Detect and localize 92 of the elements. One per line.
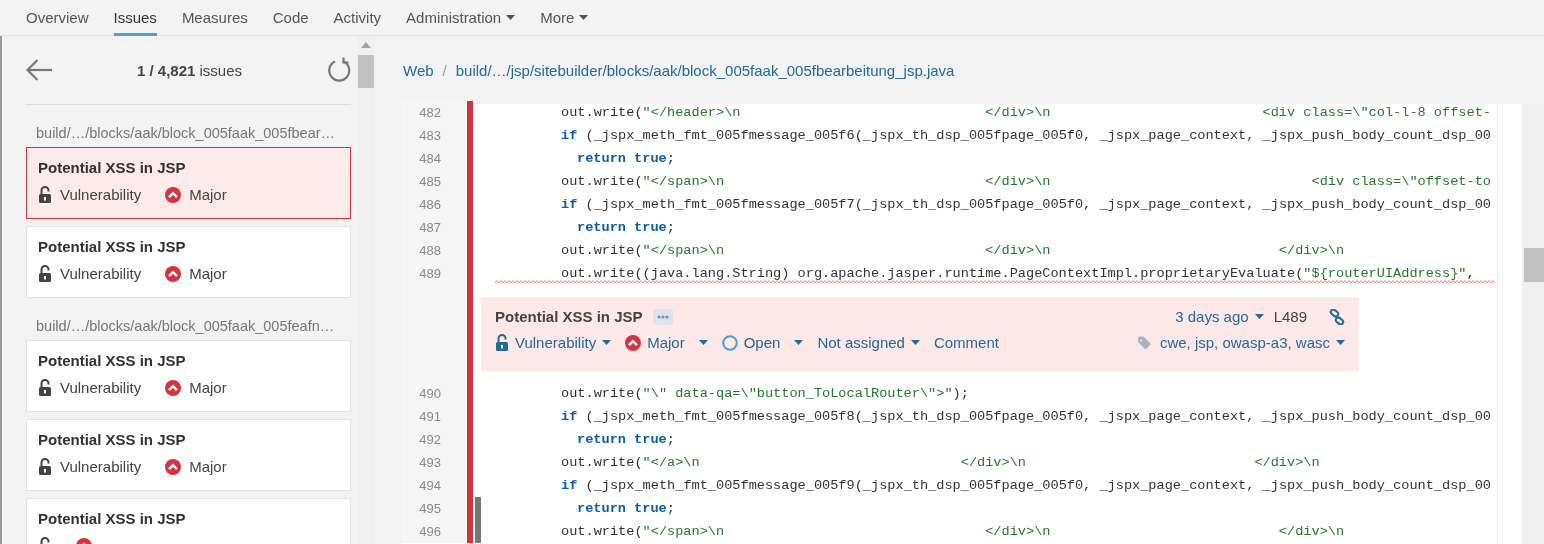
line-number: 484 xyxy=(401,147,467,170)
file-path: build/…/blocks/aak/block_005faak_005feafn… xyxy=(36,318,336,334)
caret-icon xyxy=(1336,340,1345,345)
code-line: return true; xyxy=(577,151,675,166)
major-severity-icon xyxy=(165,265,182,282)
line-number: 482 xyxy=(401,101,467,124)
line-number: 488 xyxy=(401,239,467,262)
open-padlock-icon xyxy=(495,334,509,351)
line-number: 489 xyxy=(401,262,467,285)
issue-severity: Major xyxy=(189,186,227,203)
code-line: if (_jspx_meth_fmt_005fmessage_005f8(_jspx_th_dsp_005fpage_005f0, _jspx_page_context, _jspx_push_body_count_dsp_00 xyxy=(561,409,1491,424)
issue-title: Potential XSS in JSP xyxy=(38,510,187,527)
issue-title: Potential XSS in JSP xyxy=(38,159,187,176)
tag-icon xyxy=(1137,335,1154,350)
code-line: return true; xyxy=(577,220,675,235)
issue-card[interactable]: Potential XSS in JSP Vulnerability Major xyxy=(26,226,351,298)
project-link[interactable]: Web xyxy=(403,61,434,79)
scroll-up-arrow-icon[interactable] xyxy=(361,42,371,48)
issue-card[interactable]: Potential XSS in JSP Vulnerability Major xyxy=(26,147,351,219)
more-button[interactable] xyxy=(652,308,673,325)
code-line: out.write((java.lang.String) org.apache.jasper.runtime.PageContextImpl.proprietaryEvaluate("${routerUIAddress}", xyxy=(561,266,1476,281)
code-line: if (_jspx_meth_fmt_005fmessage_005f6(_jspx_th_dsp_005fpage_005f0, _jspx_page_context, _jspx_push_body_count_dsp_00 xyxy=(561,128,1491,143)
open-padlock-icon xyxy=(38,379,52,396)
caret-icon xyxy=(1254,314,1264,319)
line-number: 487 xyxy=(401,216,467,239)
issue-card[interactable]: Potential XSS in JSP xyxy=(26,498,351,544)
major-severity-icon xyxy=(165,458,182,475)
line-number: 491 xyxy=(401,405,467,428)
major-severity-icon xyxy=(165,186,182,203)
issue-type: Vulnerability xyxy=(60,186,142,203)
type-dropdown[interactable]: Vulnerability xyxy=(495,334,612,351)
issue-severity: Major xyxy=(189,265,227,282)
line-number: 494 xyxy=(401,474,467,497)
line-number: 486 xyxy=(401,193,467,216)
status-dropdown[interactable]: Open xyxy=(721,334,804,351)
line-number: 493 xyxy=(401,451,467,474)
tags-dropdown[interactable]: cwe, jsp, owasp-a3, wasc xyxy=(1137,334,1345,351)
nav-tab[interactable]: Issues xyxy=(113,0,157,36)
issue-severity: Major xyxy=(189,379,227,396)
nav-tab[interactable]: Overview xyxy=(26,0,89,36)
code-line: out.write("\" data-qa=\"button_ToLocalRouter\">"); xyxy=(561,386,969,401)
scrollbar-thumb[interactable] xyxy=(358,55,374,88)
nav-tab[interactable]: Activity xyxy=(333,0,382,36)
code-line: if (_jspx_meth_fmt_005fmessage_005f9(_jspx_th_dsp_005fpage_005f0, _jspx_page_context, _jspx_push_body_count_dsp_00 xyxy=(561,478,1491,493)
scrollbar-thumb[interactable] xyxy=(1524,248,1544,282)
breadcrumb-separator: / xyxy=(442,61,447,79)
issue-title: Potential XSS in JSP xyxy=(38,238,187,255)
nav-tab[interactable]: Code xyxy=(272,0,309,36)
open-padlock-icon xyxy=(38,186,52,203)
line-number: 492 xyxy=(401,428,467,451)
open-padlock-icon xyxy=(38,265,52,282)
open-padlock-icon xyxy=(38,458,52,475)
line-number: 485 xyxy=(401,170,467,193)
code-line: if (_jspx_meth_fmt_005fmessage_005f7(_jspx_th_dsp_005fpage_005f0, _jspx_page_context, _jspx_push_body_count_dsp_00 xyxy=(561,197,1491,212)
open-status-icon xyxy=(721,334,738,351)
issue-title: Potential XSS in JSP xyxy=(495,308,643,325)
code-line: out.write("</span>\n </div>\n </div>\n xyxy=(561,524,1345,539)
issue-type: Vulnerability xyxy=(60,265,142,282)
file-path: build/…/blocks/aak/block_005faak_005fbear… xyxy=(36,125,337,141)
code-line: return true; xyxy=(577,432,675,447)
link-icon[interactable] xyxy=(1329,308,1345,325)
line-number: 490 xyxy=(401,382,467,405)
issue-card[interactable]: Potential XSS in JSP Vulnerability Major xyxy=(26,419,351,491)
issue-type: Vulnerability xyxy=(60,379,142,396)
nav-tab[interactable]: Administration xyxy=(406,0,516,36)
code-line: out.write("</header>\n </div>\n <div class=\"col-l-8 offset- xyxy=(561,105,1491,120)
code-line: out.write("</span>\n </div>\n </div>\n xyxy=(561,243,1345,258)
dots-icon xyxy=(656,314,669,319)
line-number: 496 xyxy=(401,520,467,543)
severity-dropdown[interactable]: Major xyxy=(625,334,708,351)
issue-counter: 1 / 4,821 issues xyxy=(136,61,243,79)
refresh-icon[interactable] xyxy=(327,57,351,83)
major-severity-icon xyxy=(625,334,642,351)
line-reference: L489 xyxy=(1273,308,1307,325)
nav-tab[interactable]: More xyxy=(540,0,589,36)
file-path-link[interactable]: build/…/jsp/sitebuilder/blocks/aak/block_005faak_005fbearbeitung_jsp.java xyxy=(455,61,955,79)
age-dropdown[interactable]: 3 days ago xyxy=(1175,308,1264,325)
issue-type: Vulnerability xyxy=(60,458,142,475)
issue-card[interactable]: Potential XSS in JSP Vulnerability Major xyxy=(26,340,351,412)
nav-tab[interactable]: Measures xyxy=(181,0,248,36)
issue-severity: Major xyxy=(189,458,227,475)
issue-title: Potential XSS in JSP xyxy=(38,352,187,369)
code-line: out.write("</span>\n </div>\n <div class=\"offset-to xyxy=(561,174,1491,189)
issue-title: Potential XSS in JSP xyxy=(38,431,187,448)
back-arrow-icon[interactable] xyxy=(26,59,52,81)
assignee-dropdown[interactable]: Not assigned xyxy=(817,334,920,351)
comment-link[interactable]: Comment xyxy=(933,334,999,351)
code-line: out.write("</a>\n </div>\n </div>\n xyxy=(561,455,1320,470)
line-number: 483 xyxy=(401,124,467,147)
line-number: 495 xyxy=(401,497,467,520)
code-line: return true; xyxy=(577,501,675,516)
major-severity-icon xyxy=(165,379,182,396)
